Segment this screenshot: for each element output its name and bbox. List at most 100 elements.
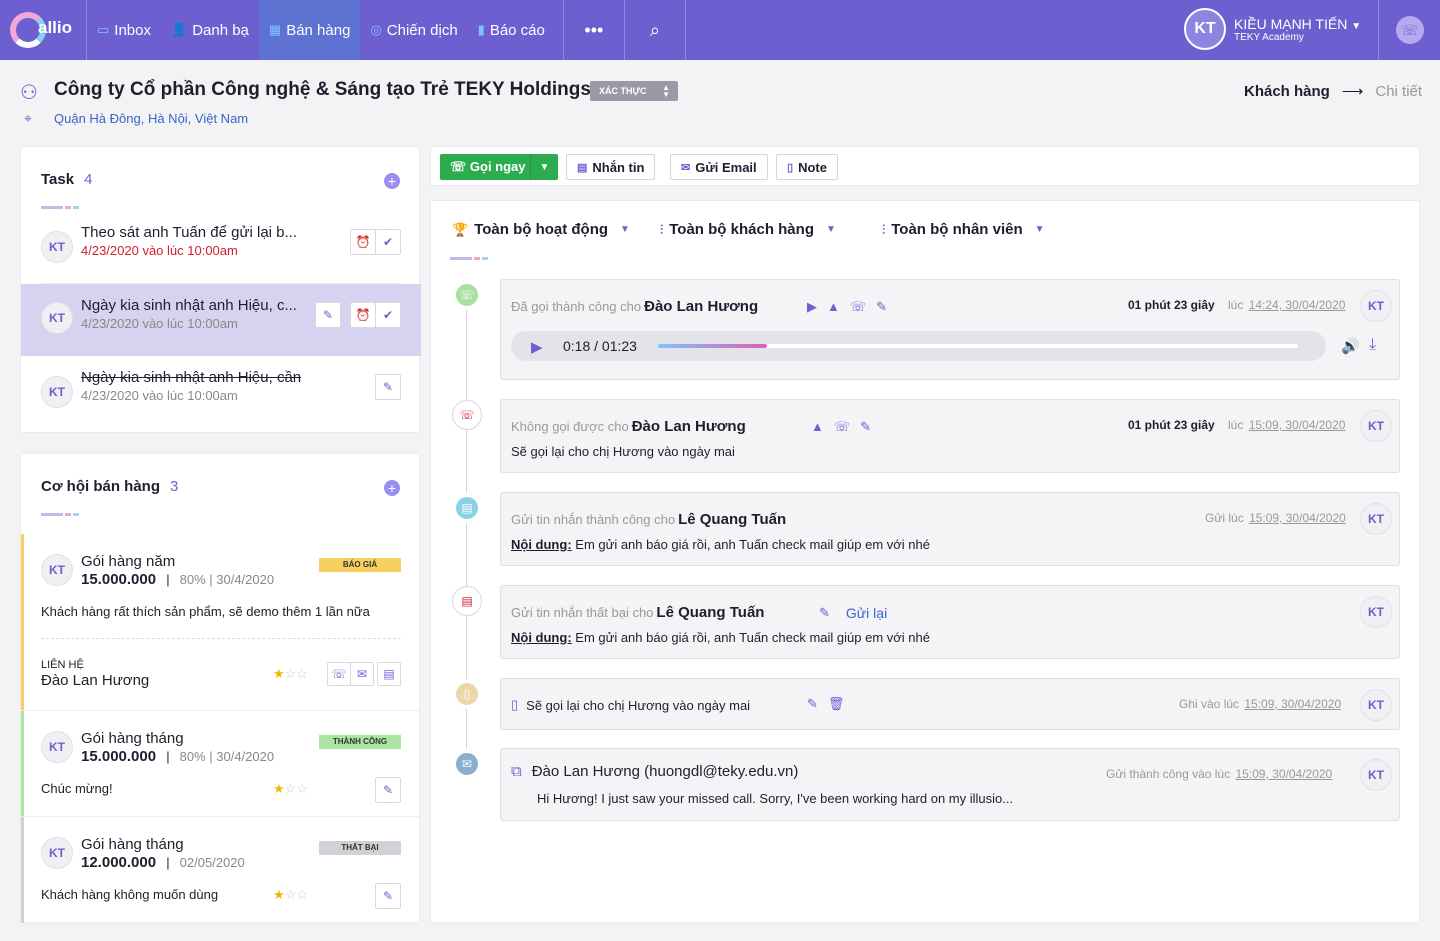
edit-icon[interactable]: ✎ — [375, 374, 401, 400]
star-filled-icon: ★ — [273, 781, 285, 796]
timeline-contact[interactable]: Đào Lan Hương (huongdl@teky.edu.vn) — [532, 763, 799, 780]
resend-button[interactable]: Gửi lại — [846, 605, 887, 621]
search-icon[interactable]: ⌕ — [625, 0, 685, 60]
timestamp-value[interactable]: 15:09, 30/04/2020 — [1235, 767, 1332, 781]
timeline-prefix: Không gọi được cho — [511, 419, 629, 434]
alarm-icon[interactable]: ⏰ — [350, 302, 376, 328]
amount-value: 15.000.000 — [81, 571, 157, 588]
avatar: KT — [1360, 503, 1392, 535]
call-failed-icon: ☏ — [452, 400, 482, 430]
user-menu[interactable]: KT KIỀU MẠNH TIẾN ▼ TEKY Academy — [1184, 8, 1361, 50]
resend-action[interactable]: ✎ Gửi lại — [819, 605, 887, 621]
check-icon[interactable]: ✔ — [375, 302, 401, 328]
rating[interactable]: ★☆☆ — [273, 666, 308, 682]
timestamp-value[interactable]: 15:09, 30/04/2020 — [1249, 418, 1346, 432]
opportunity-card[interactable]: KT Gói hàng năm 15.000.000 | 80% | 30/4/2… — [21, 534, 421, 710]
timeline-contact[interactable]: Lê Quang Tuấn — [656, 604, 764, 621]
opportunity-count: 3 — [170, 478, 179, 495]
timeline-prefix: Đã gọi thành công cho — [511, 299, 642, 314]
play-icon[interactable]: ▶ — [531, 338, 543, 356]
edit-icon[interactable]: ✎ — [860, 419, 871, 435]
timeline-contact[interactable]: Lê Quang Tuấn — [678, 511, 786, 528]
nav-label: Báo cáo — [489, 21, 545, 39]
warning-icon[interactable]: ▲ — [811, 419, 824, 435]
opportunity-title: Cơ hội bán hàng 3 — [41, 478, 178, 495]
timeline-contact[interactable]: Đào Lan Hương — [632, 418, 746, 435]
rating[interactable]: ★☆☆ — [273, 781, 308, 797]
contacts-icon: 👤 — [171, 22, 188, 37]
filter-activity[interactable]: 🏆 Toàn bộ hoạt động ▼ — [452, 221, 630, 238]
timeline-contact[interactable]: Đào Lan Hương — [644, 298, 758, 315]
edit-icon[interactable]: ✎ — [876, 299, 887, 315]
verify-badge[interactable]: XÁC THỰC ▲ ▼ — [590, 81, 678, 101]
nav-item-contacts[interactable]: 👤 Danh bạ — [161, 0, 259, 60]
task-item[interactable]: KT Theo sát anh Tuấn để gửi lại b... 4/2… — [21, 211, 421, 283]
more-button[interactable]: ••• — [564, 0, 624, 60]
chevron-down-icon: ▼ — [825, 224, 836, 235]
edit-icon[interactable]: ✎ — [375, 883, 401, 909]
alarm-icon[interactable]: ⏰ — [350, 229, 376, 255]
opportunity-amount: 15.000.000 | 80% | 30/4/2020 — [81, 571, 274, 588]
call-now-button[interactable]: ☏ Gọi ngay ▼ — [440, 154, 558, 180]
sms-icon: ▤ — [452, 493, 482, 523]
opportunity-card[interactable]: KT Gói hàng tháng 12.000.000 | 02/05/2020… — [21, 817, 421, 923]
task-item[interactable]: KT Ngày kia sinh nhật anh Hiệu, c... 4/2… — [21, 284, 421, 356]
nav-item-inbox[interactable]: ▭ Inbox — [87, 0, 161, 60]
map-icon: ⌖ — [24, 110, 32, 126]
trash-icon[interactable]: 🗑 — [828, 696, 845, 712]
email-preview[interactable]: Hi Hương! I just saw your missed call. S… — [537, 791, 1013, 806]
task-item-date: 4/23/2020 vào lúc 10:00am — [81, 388, 238, 403]
edit-icon[interactable]: ✎ — [819, 605, 830, 621]
call-success-icon: ☏ — [452, 280, 482, 310]
opportunity-amount: 12.000.000 | 02/05/2020 — [81, 854, 245, 871]
message-button[interactable]: ▤ Nhắn tin — [566, 154, 656, 180]
filter-staff[interactable]: ⫶ Toàn bộ nhân viên ▼ — [882, 221, 1045, 238]
chevron-down-icon: ▼ — [620, 224, 630, 235]
item-actions: ▲ ☏ ✎ — [811, 419, 871, 435]
nav-item-campaign[interactable]: ◎ Chiến dịch — [360, 0, 467, 60]
edit-icon[interactable]: ✎ — [315, 302, 341, 328]
breadcrumb-current[interactable]: Khách hàng — [1244, 83, 1330, 100]
progress-track[interactable] — [658, 344, 1298, 348]
call-icon[interactable]: ☏ — [850, 299, 866, 315]
task-item[interactable]: KT Ngày kia sinh nhật anh Hiệu, cần mu..… — [21, 356, 421, 428]
tab-indicator — [41, 206, 79, 209]
edit-icon[interactable]: ✎ — [375, 777, 401, 803]
note-icon: ▯ — [787, 161, 794, 174]
chevron-down-icon[interactable]: ▼ — [530, 154, 558, 180]
call-duration: 01 phút 23 giây — [1128, 298, 1215, 312]
app-logo[interactable]: allio — [0, 0, 86, 60]
timestamp-value[interactable]: 14:24, 30/04/2020 — [1249, 298, 1346, 312]
timestamp-value[interactable]: 15:09, 30/04/2020 — [1249, 511, 1346, 525]
timestamp: lúc 15:09, 30/04/2020 — [1228, 418, 1345, 432]
note-button[interactable]: ▯ Note — [776, 154, 838, 180]
download-icon[interactable]: ⤓ — [1369, 336, 1376, 354]
email-icon: ✉ — [452, 749, 482, 779]
phone-icon[interactable]: ☏ — [1396, 16, 1424, 44]
edit-icon[interactable]: ✎ — [807, 696, 818, 712]
filter-customer[interactable]: ⫶ Toàn bộ khách hàng ▼ — [660, 221, 836, 238]
email-button[interactable]: ✉ Gửi Email — [670, 154, 768, 180]
play-icon[interactable]: ▶ — [807, 299, 817, 315]
add-task-button[interactable]: + — [384, 173, 400, 189]
call-icon[interactable]: ☏ — [834, 419, 850, 435]
company-location[interactable]: Quận Hà Đông, Hà Nội, Việt Nam — [54, 111, 248, 126]
opportunity-card[interactable]: KT Gói hàng tháng 15.000.000 | 80% | 30/4… — [21, 711, 421, 816]
nav-item-sales[interactable]: ▦ Bán hàng — [258, 0, 361, 60]
call-icon[interactable]: ☏ — [327, 662, 351, 686]
check-icon[interactable]: ✔ — [375, 229, 401, 255]
audio-player[interactable]: ▶ 0:18 / 01:23 — [511, 331, 1326, 361]
warning-icon[interactable]: ▲ — [827, 299, 840, 315]
rating[interactable]: ★☆☆ — [273, 887, 308, 903]
mail-icon[interactable]: ✉ — [350, 662, 374, 686]
avatar: KT — [1360, 759, 1392, 791]
chat-icon[interactable]: ▤ — [377, 662, 401, 686]
nav-item-report[interactable]: ▮ Báo cáo — [468, 0, 555, 60]
timestamp-value[interactable]: 15:09, 30/04/2020 — [1244, 697, 1341, 711]
volume-icon[interactable]: 🔊 — [1341, 337, 1360, 355]
opportunity-desc: Khách hàng không muốn dùng — [41, 887, 219, 902]
progress-fill — [658, 344, 767, 348]
add-opportunity-button[interactable]: + — [384, 480, 400, 496]
timeline-heading: Không gọi được cho Đào Lan Hương — [511, 418, 746, 435]
sms-failed-icon: ▤ — [452, 586, 482, 616]
